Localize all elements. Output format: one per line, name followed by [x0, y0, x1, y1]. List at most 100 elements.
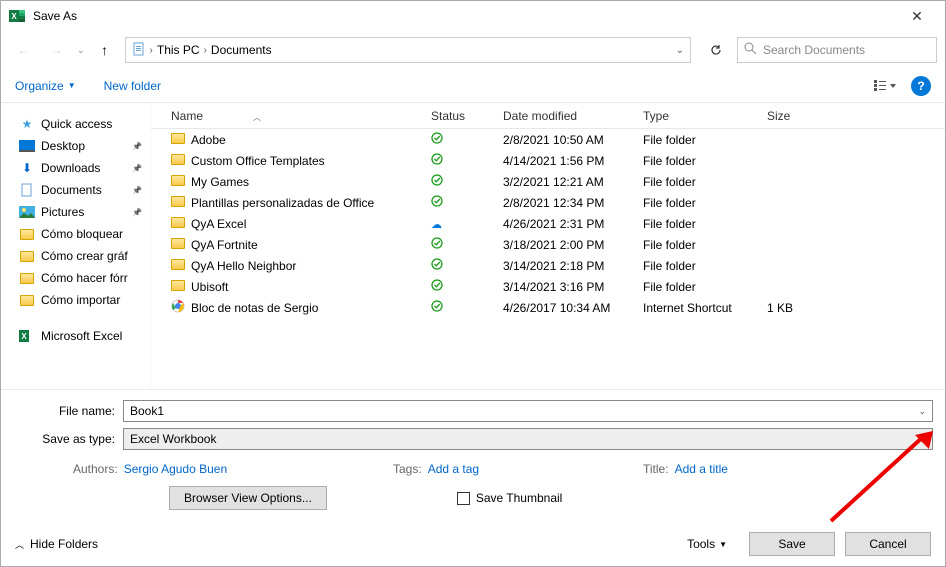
save-button[interactable]: Save: [749, 532, 835, 556]
file-row[interactable]: Ubisoft3/14/2021 3:16 PMFile folder: [151, 276, 945, 297]
sidebar-desktop[interactable]: Desktop: [1, 135, 150, 157]
col-date[interactable]: Date modified: [503, 109, 643, 123]
documents-icon: [132, 42, 146, 59]
sort-indicator-icon: ︿: [253, 113, 261, 122]
cancel-button[interactable]: Cancel: [845, 532, 931, 556]
file-row[interactable]: Plantillas personalizadas de Office2/8/2…: [151, 192, 945, 213]
chevron-down-icon[interactable]: ⌄: [676, 45, 684, 56]
file-row[interactable]: QyA Excel ☁ 4/26/2021 2:31 PMFile folder: [151, 213, 945, 234]
tools-menu[interactable]: Tools▼: [687, 537, 727, 551]
sidebar-folder[interactable]: Cómo crear gráf: [1, 245, 150, 267]
file-name: QyA Excel: [191, 217, 246, 231]
check-icon: [431, 240, 443, 252]
file-type: File folder: [643, 133, 767, 147]
sidebar-documents[interactable]: Documents: [1, 179, 150, 201]
file-icon: [171, 175, 185, 189]
col-size[interactable]: Size: [767, 109, 847, 123]
sidebar-folder[interactable]: Cómo bloquear: [1, 223, 150, 245]
sidebar-quick-access[interactable]: ★Quick access: [1, 113, 150, 135]
breadcrumb-current[interactable]: Documents: [211, 43, 272, 57]
search-icon: [744, 42, 757, 58]
authors-value[interactable]: Sergio Agudo Buen: [124, 462, 227, 476]
search-placeholder: Search Documents: [763, 43, 865, 57]
folder-icon: [19, 248, 35, 264]
save-form: File name: Book1⌄ Save as type: Excel Wo…: [1, 390, 945, 522]
file-date: 3/14/2021 2:18 PM: [503, 259, 643, 273]
window-title: Save As: [33, 9, 897, 23]
hide-folders-button[interactable]: ︿Hide Folders: [15, 537, 98, 551]
file-name: Bloc de notas de Sergio: [191, 301, 318, 315]
file-date: 3/18/2021 2:00 PM: [503, 238, 643, 252]
file-name-label: File name:: [13, 404, 123, 418]
close-button[interactable]: ✕: [897, 8, 937, 25]
history-dropdown[interactable]: ⌄: [77, 45, 85, 56]
save-type-dropdown[interactable]: Excel Workbook⌄: [123, 428, 933, 450]
svg-text:X: X: [11, 12, 17, 21]
address-bar[interactable]: › This PC › Documents ⌄: [125, 37, 691, 63]
file-type: File folder: [643, 196, 767, 210]
file-name: Adobe: [191, 133, 226, 147]
sidebar-downloads[interactable]: ⬇Downloads: [1, 157, 150, 179]
file-icon: [171, 133, 185, 147]
file-icon: [171, 259, 185, 273]
col-name[interactable]: Name︿: [151, 109, 431, 123]
col-type[interactable]: Type: [643, 109, 767, 123]
save-as-dialog: X Save As ✕ ← → ⌄ ↑ › This PC › Document…: [0, 0, 946, 567]
file-row[interactable]: Custom Office Templates 4/14/2021 1:56 PM…: [151, 150, 945, 171]
sidebar-excel[interactable]: XMicrosoft Excel: [1, 325, 150, 347]
help-button[interactable]: ?: [911, 76, 931, 96]
file-type: File folder: [643, 259, 767, 273]
check-icon: [431, 135, 443, 147]
title-value[interactable]: Add a title: [675, 462, 728, 476]
new-folder-button[interactable]: New folder: [104, 79, 161, 93]
file-type: File folder: [643, 217, 767, 231]
check-icon: [431, 156, 443, 168]
sidebar-folder[interactable]: Cómo hacer fórr: [1, 267, 150, 289]
save-type-label: Save as type:: [13, 432, 123, 446]
col-status[interactable]: Status: [431, 109, 503, 123]
file-row[interactable]: Adobe 2/8/2021 10:50 AMFile folder: [151, 129, 945, 150]
browser-view-options-button[interactable]: Browser View Options...: [169, 486, 327, 510]
navbar: ← → ⌄ ↑ › This PC › Documents ⌄ Search D…: [1, 31, 945, 69]
breadcrumb-root[interactable]: This PC: [157, 43, 200, 57]
check-icon: [431, 303, 443, 315]
file-name: Custom Office Templates: [191, 154, 325, 168]
file-row[interactable]: Bloc de notas de Sergio 4/26/2017 10:34 A…: [151, 297, 945, 318]
file-name: Ubisoft: [191, 280, 228, 294]
pictures-icon: [19, 204, 35, 220]
refresh-button[interactable]: [701, 37, 731, 63]
file-date: 4/14/2021 1:56 PM: [503, 154, 643, 168]
sidebar-folder[interactable]: Cómo importar: [1, 289, 150, 311]
save-thumbnail-checkbox[interactable]: Save Thumbnail: [457, 491, 563, 505]
file-row[interactable]: QyA Fortnite3/18/2021 2:00 PMFile folder: [151, 234, 945, 255]
file-name: QyA Hello Neighbor: [191, 259, 296, 273]
file-date: 2/8/2021 10:50 AM: [503, 133, 643, 147]
view-options-button[interactable]: [867, 74, 903, 98]
file-name: QyA Fortnite: [191, 238, 258, 252]
file-list: Name︿ Status Date modified Type Size Ado…: [151, 103, 945, 389]
file-date: 4/26/2021 2:31 PM: [503, 217, 643, 231]
tags-label: Tags:: [393, 462, 422, 476]
file-name: Plantillas personalizadas de Office: [191, 196, 374, 210]
up-button[interactable]: ↑: [91, 42, 119, 58]
file-name-input[interactable]: Book1⌄: [123, 400, 933, 422]
tags-value[interactable]: Add a tag: [428, 462, 479, 476]
organize-menu[interactable]: Organize ▼: [15, 79, 76, 93]
check-icon: [431, 282, 443, 294]
body: ★Quick access Desktop ⬇Downloads Documen…: [1, 103, 945, 390]
forward-button[interactable]: →: [43, 36, 71, 64]
authors-label: Authors:: [73, 462, 118, 476]
cloud-icon: ☁: [431, 219, 442, 231]
file-icon: [171, 299, 185, 316]
file-icon: [171, 154, 185, 168]
search-input[interactable]: Search Documents: [737, 37, 937, 63]
file-date: 4/26/2017 10:34 AM: [503, 301, 643, 315]
checkbox-icon: [457, 492, 470, 505]
back-button[interactable]: ←: [9, 36, 37, 64]
sidebar-pictures[interactable]: Pictures: [1, 201, 150, 223]
file-row[interactable]: QyA Hello Neighbor 3/14/2021 2:18 PMFile …: [151, 255, 945, 276]
file-row[interactable]: My Games3/2/2021 12:21 AMFile folder: [151, 171, 945, 192]
documents-icon: [19, 182, 35, 198]
chevron-down-icon[interactable]: ⌄: [918, 406, 926, 417]
chevron-down-icon[interactable]: ⌄: [918, 434, 926, 445]
